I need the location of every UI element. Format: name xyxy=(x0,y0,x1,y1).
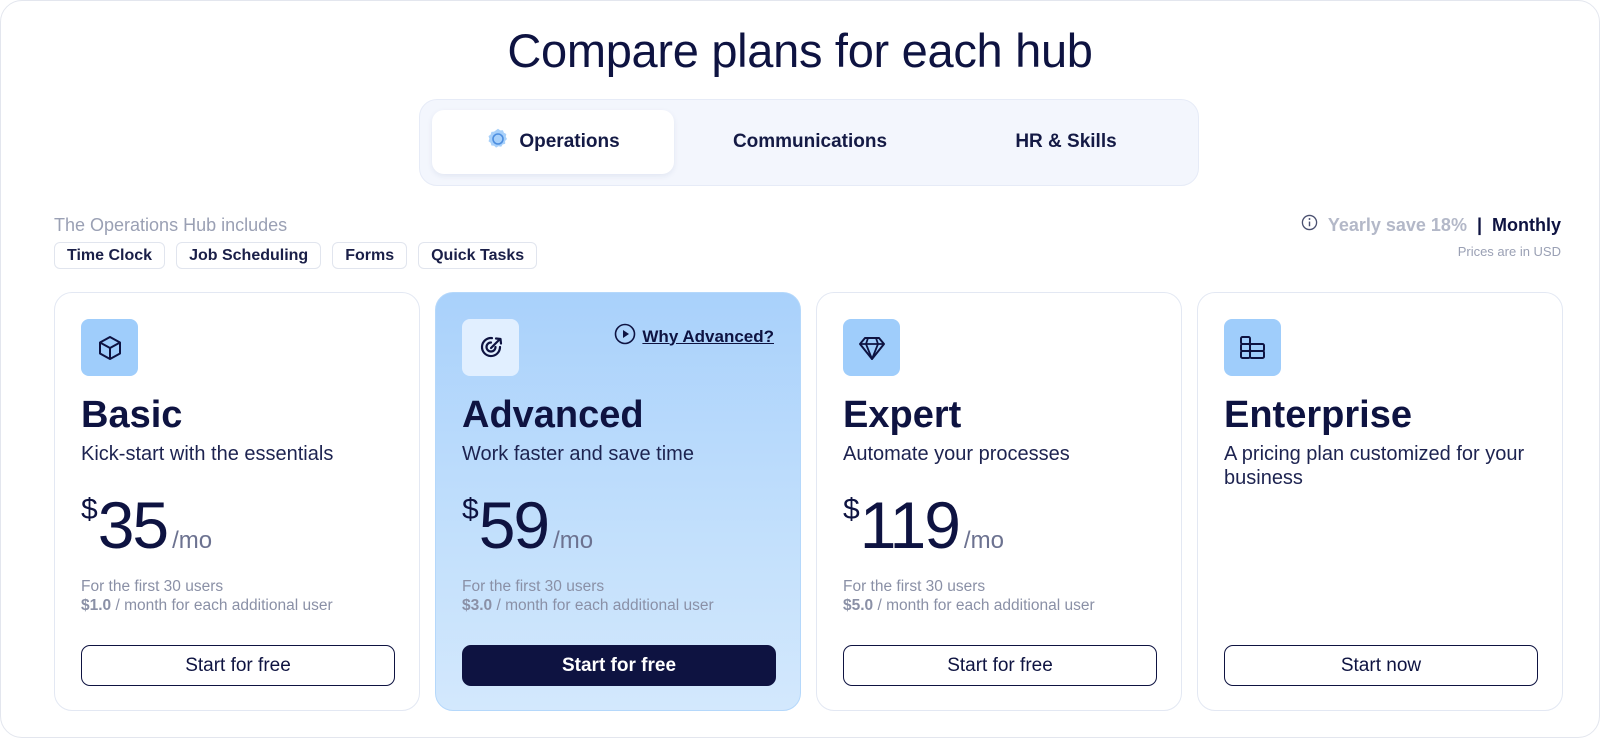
price-period: /mo xyxy=(553,527,594,554)
extra-text: / month for each additional user xyxy=(873,597,1095,614)
plan-user-pricing: For the first 30 users $5.0 / month for … xyxy=(843,577,1095,615)
start-for-free-button[interactable]: Start for free xyxy=(462,645,776,686)
play-icon xyxy=(614,323,636,350)
plan-description: Kick-start with the essentials xyxy=(81,443,334,465)
extra-price: $5.0 xyxy=(843,597,874,614)
currency-note: Prices are in USD xyxy=(1457,244,1561,259)
price-amount: 35 xyxy=(97,488,169,562)
page-frame: Compare plans for each hub Operations Co… xyxy=(0,0,1600,738)
price-period: /mo xyxy=(963,527,1004,554)
price-currency: $ xyxy=(462,493,479,526)
plan-price: $ 35 /mo xyxy=(81,489,212,561)
plan-name: Enterprise xyxy=(1224,394,1412,436)
plan-name: Expert xyxy=(843,394,962,436)
plan-card-expert: Expert Automate your processes $ 119 /mo… xyxy=(816,292,1182,711)
billing-monthly-option[interactable]: Monthly xyxy=(1492,215,1561,236)
tab-operations[interactable]: Operations xyxy=(432,110,674,174)
hub-tabs: Operations Communications HR & Skills xyxy=(419,99,1199,186)
plan-name: Advanced xyxy=(462,394,644,436)
tab-hr-skills-label: HR & Skills xyxy=(1015,131,1117,152)
plan-description: Work faster and save time xyxy=(462,443,694,465)
extra-price: $1.0 xyxy=(81,597,112,614)
page-title: Compare plans for each hub xyxy=(507,24,1093,77)
tab-hr-skills[interactable]: HR & Skills xyxy=(945,110,1187,174)
plan-user-pricing: For the first 30 users $3.0 / month for … xyxy=(462,577,714,615)
price-amount: 59 xyxy=(478,488,550,562)
hub-includes-label: The Operations Hub includes xyxy=(54,215,288,235)
plan-description: A pricing plan customized for your busin… xyxy=(1224,443,1525,489)
billing-toggle: Yearly save 18% | Monthly xyxy=(1301,214,1561,236)
why-advanced-link[interactable]: Why Advanced? xyxy=(614,323,774,350)
additional-user-price: $1.0 / month for each additional user xyxy=(81,596,333,615)
price-currency: $ xyxy=(81,493,98,526)
chip-job-scheduling: Job Scheduling xyxy=(176,242,322,269)
price-period: /mo xyxy=(172,527,213,554)
blocks-icon xyxy=(1224,319,1281,376)
hub-feature-chips: Time Clock Job Scheduling Forms Quick Ta… xyxy=(54,242,538,269)
chip-forms: Forms xyxy=(332,242,408,269)
info-icon[interactable] xyxy=(1301,214,1318,236)
tab-communications-label: Communications xyxy=(732,131,888,152)
additional-user-price: $3.0 / month for each additional user xyxy=(462,596,714,615)
extra-text: / month for each additional user xyxy=(492,597,714,614)
plan-user-pricing: For the first 30 users $1.0 / month for … xyxy=(81,577,333,615)
users-included: For the first 30 users xyxy=(843,578,986,595)
users-included: For the first 30 users xyxy=(81,578,224,595)
billing-yearly-option[interactable]: Yearly save 18% xyxy=(1328,215,1467,236)
plan-card-enterprise: Enterprise A pricing plan customized for… xyxy=(1197,292,1563,711)
plan-price: $ 59 /mo xyxy=(462,489,593,561)
diamond-icon xyxy=(843,319,900,376)
plan-name: Basic xyxy=(81,394,183,436)
start-for-free-button[interactable]: Start for free xyxy=(843,645,1157,686)
price-amount: 119 xyxy=(859,488,961,562)
cube-icon xyxy=(81,319,138,376)
gear-badge-icon xyxy=(486,127,510,157)
billing-separator: | xyxy=(1476,214,1482,235)
extra-text: / month for each additional user xyxy=(111,597,333,614)
why-advanced-label: Why Advanced? xyxy=(642,326,774,346)
plan-price: $ 119 /mo xyxy=(843,489,1004,561)
extra-price: $3.0 xyxy=(462,597,493,614)
target-icon xyxy=(462,319,519,376)
chip-quick-tasks: Quick Tasks xyxy=(418,242,538,269)
tab-communications[interactable]: Communications xyxy=(689,110,931,174)
start-now-button[interactable]: Start now xyxy=(1224,645,1538,686)
plan-card-advanced: Why Advanced? Advanced Work faster and s… xyxy=(435,292,801,711)
tab-operations-label: Operations xyxy=(519,131,620,152)
chip-time-clock: Time Clock xyxy=(54,242,166,269)
additional-user-price: $5.0 / month for each additional user xyxy=(843,596,1095,615)
plan-description: Automate your processes xyxy=(843,443,1070,465)
price-currency: $ xyxy=(843,493,860,526)
plan-card-basic: Basic Kick-start with the essentials $ 3… xyxy=(54,292,420,711)
users-included: For the first 30 users xyxy=(462,578,605,595)
start-for-free-button[interactable]: Start for free xyxy=(81,645,395,686)
